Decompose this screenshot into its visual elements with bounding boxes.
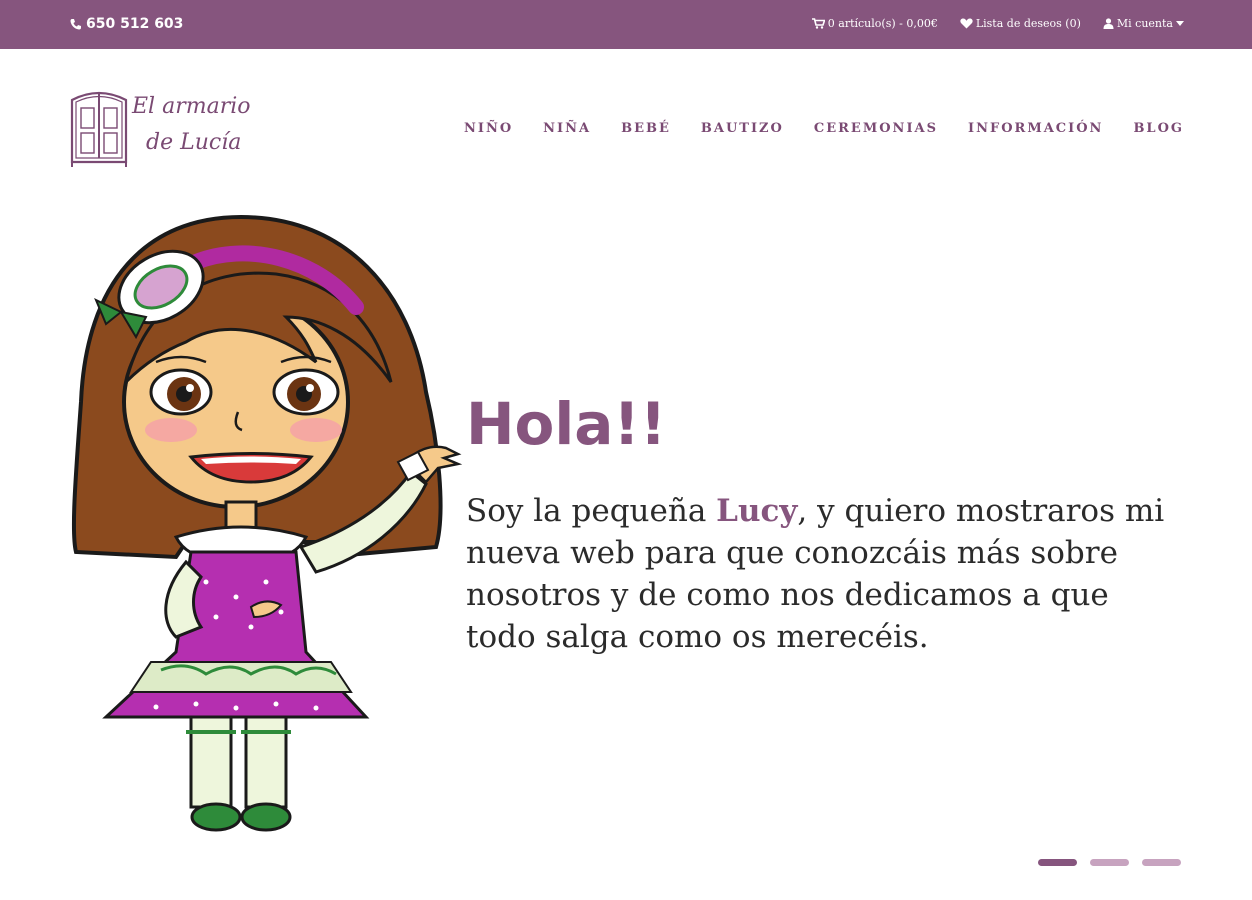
user-icon xyxy=(1103,18,1114,29)
logo-text-line1: El armario xyxy=(132,94,251,119)
phone-number: 650 512 603 xyxy=(86,16,184,32)
nav-item-ceremonias[interactable]: CEREMONIAS xyxy=(814,121,938,136)
wardrobe-icon xyxy=(70,91,128,167)
nav-item-blog[interactable]: BLOG xyxy=(1133,121,1184,136)
hero-highlight-name: Lucy xyxy=(716,493,798,529)
cart-link[interactable]: 0 artículo(s) - 0,00€ xyxy=(811,17,938,30)
lucy-character-illustration xyxy=(71,214,463,832)
slider-pagination xyxy=(1038,859,1181,866)
wishlist-link[interactable]: Lista de deseos (0) xyxy=(960,17,1081,30)
nav-item-bebe[interactable]: BEBÉ xyxy=(621,121,671,136)
slider-dot-2[interactable] xyxy=(1090,859,1129,866)
cart-icon xyxy=(811,18,825,29)
wishlist-label: Lista de deseos (0) xyxy=(975,17,1081,30)
site-logo[interactable]: El armario de Lucía xyxy=(68,86,268,170)
account-menu[interactable]: Mi cuenta xyxy=(1103,17,1184,30)
caret-down-icon xyxy=(1176,21,1184,26)
nav-item-bautizo[interactable]: BAUTIZO xyxy=(701,121,784,136)
hero-text-before: Soy la pequeña xyxy=(466,493,717,529)
slider-dot-1[interactable] xyxy=(1038,859,1077,866)
hero-title: Hola!! xyxy=(466,390,667,458)
phone-contact[interactable]: 650 512 603 xyxy=(70,16,183,32)
hero-intro-text: Soy la pequeña Lucy, y quiero mostraros … xyxy=(466,490,1166,658)
heart-icon xyxy=(960,18,973,29)
cart-summary: 0 artículo(s) - 0,00€ xyxy=(827,17,938,30)
top-bar: 650 512 603 0 artículo(s) - 0,00€ Lista … xyxy=(0,0,1252,49)
account-label: Mi cuenta xyxy=(1116,17,1173,30)
logo-text-line2: de Lucía xyxy=(146,130,242,155)
nav-item-nina[interactable]: NIÑA xyxy=(543,121,591,136)
nav-item-nino[interactable]: NIÑO xyxy=(464,121,513,136)
nav-item-informacion[interactable]: INFORMACIÓN xyxy=(968,121,1103,136)
phone-icon xyxy=(70,19,81,30)
slider-dot-3[interactable] xyxy=(1142,859,1181,866)
main-nav: NIÑO NIÑA BEBÉ BAUTIZO CEREMONIAS INFORM… xyxy=(464,121,1184,136)
